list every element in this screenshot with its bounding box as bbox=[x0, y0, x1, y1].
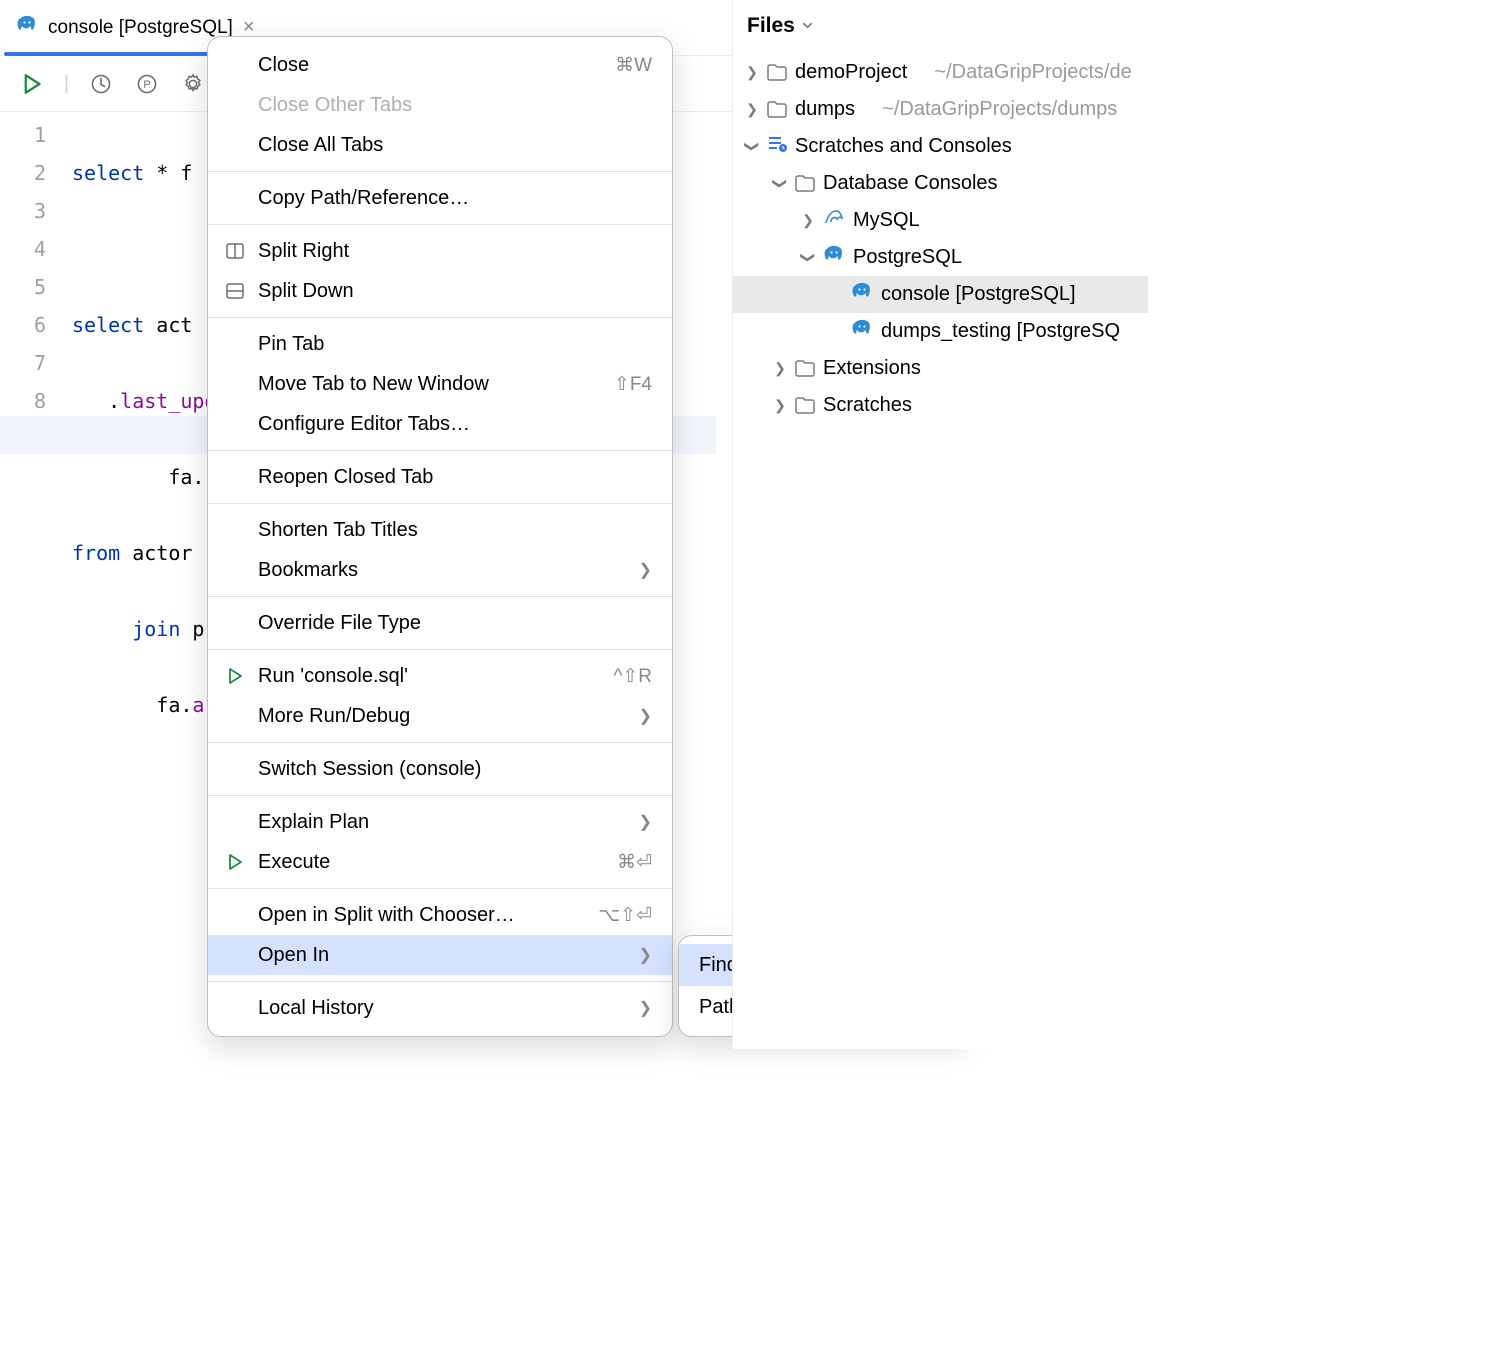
chevron-down-icon bbox=[801, 14, 814, 38]
menu-copy-path[interactable]: Copy Path/Reference… bbox=[208, 178, 672, 218]
chevron-right-icon: ❯ bbox=[639, 812, 652, 832]
menu-split-right[interactable]: Split Right bbox=[208, 231, 672, 271]
tree-item-demoProject[interactable]: ❯ demoProject ~/DataGripProjects/de bbox=[733, 54, 1148, 91]
history-icon[interactable] bbox=[87, 70, 115, 98]
tab-title: console [PostgreSQL] bbox=[48, 17, 233, 39]
tree-item-scratches-consoles[interactable]: ❯ Scratches and Consoles bbox=[733, 128, 1148, 165]
split-right-icon bbox=[223, 243, 247, 259]
files-panel-title[interactable]: Files bbox=[733, 0, 1148, 54]
run-icon[interactable] bbox=[18, 70, 46, 98]
menu-close-all[interactable]: Close All Tabs bbox=[208, 125, 672, 165]
chevron-down-icon[interactable]: ❯ bbox=[800, 251, 817, 265]
elephant-icon bbox=[851, 319, 873, 345]
run-icon bbox=[223, 854, 247, 870]
tab-context-menu: Close⌘W Close Other Tabs Close All Tabs … bbox=[207, 36, 673, 1037]
chevron-down-icon[interactable]: ❯ bbox=[744, 140, 761, 154]
svg-text:P: P bbox=[143, 79, 150, 91]
menu-shorten-titles[interactable]: Shorten Tab Titles bbox=[208, 510, 672, 550]
menu-more-run[interactable]: More Run/Debug❯ bbox=[208, 696, 672, 736]
files-panel: Files ❯ demoProject ~/DataGripProjects/d… bbox=[732, 0, 1148, 1049]
chevron-right-icon[interactable]: ❯ bbox=[745, 64, 759, 81]
elephant-icon bbox=[851, 282, 873, 308]
page-icon[interactable]: P bbox=[133, 70, 161, 98]
chevron-right-icon: ❯ bbox=[639, 560, 652, 580]
menu-move-new-window[interactable]: Move Tab to New Window⇧F4 bbox=[208, 364, 672, 404]
chevron-down-icon[interactable]: ❯ bbox=[772, 177, 789, 191]
gear-icon[interactable] bbox=[179, 70, 207, 98]
folder-icon bbox=[767, 101, 787, 118]
tree-item-postgresql[interactable]: ❯ PostgreSQL bbox=[733, 239, 1148, 276]
chevron-right-icon[interactable]: ❯ bbox=[801, 212, 815, 229]
chevron-right-icon: ❯ bbox=[639, 945, 652, 965]
menu-open-split-chooser[interactable]: Open in Split with Chooser…⌥⇧⏎ bbox=[208, 895, 672, 935]
folder-icon bbox=[795, 397, 815, 414]
menu-split-down[interactable]: Split Down bbox=[208, 271, 672, 311]
menu-configure-tabs[interactable]: Configure Editor Tabs… bbox=[208, 404, 672, 444]
menu-override-file-type[interactable]: Override File Type bbox=[208, 603, 672, 643]
line-gutter: 1 2 3 4 5 6 7 8 bbox=[0, 112, 72, 800]
tree-item-database-consoles[interactable]: ❯ Database Consoles bbox=[733, 165, 1148, 202]
split-down-icon bbox=[223, 283, 247, 299]
chevron-right-icon[interactable]: ❯ bbox=[773, 397, 787, 414]
chevron-right-icon[interactable]: ❯ bbox=[745, 101, 759, 118]
menu-open-in[interactable]: Open In❯ bbox=[208, 935, 672, 975]
folder-icon bbox=[795, 175, 815, 192]
scratches-icon bbox=[767, 135, 787, 159]
chevron-right-icon: ❯ bbox=[639, 998, 652, 1018]
chevron-right-icon[interactable]: ❯ bbox=[773, 360, 787, 377]
tree-item-mysql[interactable]: ❯ MySQL bbox=[733, 202, 1148, 239]
tree-item-dumps[interactable]: ❯ dumps ~/DataGripProjects/dumps bbox=[733, 91, 1148, 128]
menu-switch-session[interactable]: Switch Session (console) bbox=[208, 749, 672, 789]
run-icon bbox=[223, 668, 247, 684]
menu-bookmarks[interactable]: Bookmarks❯ bbox=[208, 550, 672, 590]
elephant-icon bbox=[16, 15, 38, 41]
tree-item-scratches[interactable]: ❯ Scratches bbox=[733, 387, 1148, 424]
menu-execute[interactable]: Execute⌘⏎ bbox=[208, 842, 672, 882]
menu-local-history[interactable]: Local History❯ bbox=[208, 988, 672, 1028]
folder-icon bbox=[767, 64, 787, 81]
tree-item-dumps-testing[interactable]: dumps_testing [PostgreSQ bbox=[733, 313, 1148, 350]
code-content[interactable]: select * f select act .last_upd fa. from… bbox=[72, 112, 217, 800]
files-tree: ❯ demoProject ~/DataGripProjects/de ❯ du… bbox=[733, 54, 1148, 424]
folder-icon bbox=[795, 360, 815, 377]
menu-reopen-closed[interactable]: Reopen Closed Tab bbox=[208, 457, 672, 497]
menu-explain-plan[interactable]: Explain Plan❯ bbox=[208, 802, 672, 842]
mysql-icon bbox=[823, 209, 845, 233]
menu-pin-tab[interactable]: Pin Tab bbox=[208, 324, 672, 364]
elephant-icon bbox=[823, 245, 845, 271]
menu-close-others: Close Other Tabs bbox=[208, 85, 672, 125]
menu-close[interactable]: Close⌘W bbox=[208, 45, 672, 85]
tree-item-extensions[interactable]: ❯ Extensions bbox=[733, 350, 1148, 387]
chevron-right-icon: ❯ bbox=[639, 706, 652, 726]
menu-run-console[interactable]: Run 'console.sql'^⇧R bbox=[208, 656, 672, 696]
tree-item-console-postgresql[interactable]: console [PostgreSQL] bbox=[733, 276, 1148, 313]
